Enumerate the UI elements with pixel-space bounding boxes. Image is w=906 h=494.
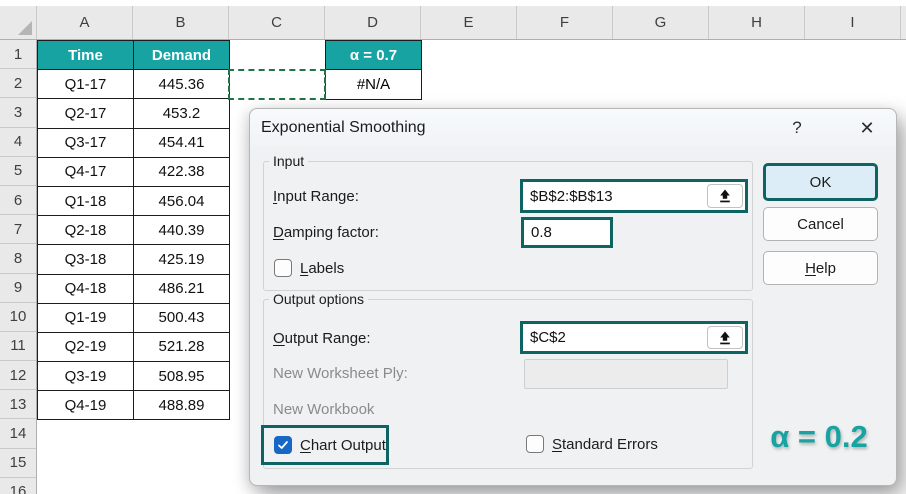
select-all-triangle-icon — [18, 21, 32, 35]
row-header-15[interactable]: 15 — [0, 449, 36, 478]
row-header-16[interactable]: 16 — [0, 478, 36, 494]
range-picker-button[interactable] — [707, 184, 743, 208]
column-header-A[interactable]: A — [37, 6, 133, 39]
demand-cell[interactable]: 486.21 — [134, 274, 230, 304]
time-cell[interactable]: Q1-19 — [38, 303, 134, 333]
demand-cell[interactable]: 508.95 — [134, 362, 230, 392]
collapse-dialog-icon — [720, 331, 730, 344]
help-button[interactable]: Help — [763, 251, 878, 285]
input-group-legend: Input — [273, 153, 305, 169]
close-icon[interactable]: ✕ — [854, 115, 880, 141]
exponential-smoothing-dialog: Exponential Smoothing ? ✕ Input Input Ra… — [249, 108, 897, 486]
column-header-G[interactable]: G — [613, 6, 709, 39]
time-cell[interactable]: Q1-18 — [38, 186, 134, 217]
row-header-13[interactable]: 13 — [0, 390, 36, 420]
input-range-field[interactable]: $B$2:$B$13 — [520, 179, 748, 213]
new-workbook-label: New Workbook — [273, 401, 375, 418]
row-header-9[interactable]: 9 — [0, 274, 36, 303]
row-header-6[interactable]: 6 — [0, 186, 36, 216]
time-demand-table: Time Demand Q1-17 445.36 Q2-17 453.2 Q3-17 454.… — [37, 40, 230, 421]
demand-cell[interactable]: 521.28 — [134, 332, 230, 363]
time-cell[interactable]: Q3-19 — [38, 362, 134, 392]
row-header-8[interactable]: 8 — [0, 244, 36, 274]
alpha-07-column: α = 0.7 #N/A — [325, 40, 422, 101]
chart-output-label: Chart Output — [300, 436, 386, 454]
column-header-B[interactable]: B — [133, 6, 229, 39]
output-range-value: $C$2 — [530, 329, 566, 346]
input-range-label: Input Range: — [273, 188, 359, 205]
demand-cell[interactable]: 488.89 — [134, 391, 230, 421]
labels-label: Labels — [300, 260, 345, 277]
demand-cell[interactable]: 425.19 — [134, 245, 230, 275]
output-range-label: Output Range: — [273, 330, 371, 347]
demand-cell[interactable]: 422.38 — [134, 157, 230, 187]
time-cell[interactable]: Q4-17 — [38, 157, 134, 187]
row-header-column: 1 2 3 4 5 6 7 8 9 10 11 12 13 14 15 16 — [0, 40, 37, 494]
row-header-3[interactable]: 3 — [0, 98, 36, 128]
time-cell[interactable]: Q2-18 — [38, 216, 134, 246]
range-picker-button[interactable] — [707, 326, 743, 349]
row-header-11[interactable]: 11 — [0, 332, 36, 362]
new-worksheet-ply-field — [524, 359, 728, 389]
row-header-7[interactable]: 7 — [0, 215, 36, 245]
row-header-12[interactable]: 12 — [0, 361, 36, 391]
column-header-I[interactable]: I — [805, 6, 901, 39]
chart-output-focus-rect: Chart Output — [261, 425, 389, 465]
row-header-5[interactable]: 5 — [0, 157, 36, 186]
time-cell[interactable]: Q4-19 — [38, 391, 134, 421]
damping-factor-label: Damping factor: — [273, 224, 379, 241]
time-cell[interactable]: Q2-19 — [38, 332, 134, 363]
column-header-row: ABCDEFGHI — [0, 6, 906, 40]
standard-errors-label: Standard Errors — [552, 436, 658, 453]
labels-checkbox[interactable] — [274, 259, 292, 277]
new-worksheet-ply-label: New Worksheet Ply: — [273, 365, 408, 382]
row-header-4[interactable]: 4 — [0, 128, 36, 157]
chart-output-checkbox[interactable] — [274, 436, 292, 454]
row-header-1[interactable]: 1 — [0, 40, 36, 70]
cancel-button[interactable]: Cancel — [763, 207, 878, 241]
alpha-02-annotation: α = 0.2 — [770, 419, 868, 454]
row-header-14[interactable]: 14 — [0, 419, 36, 449]
column-header-F[interactable]: F — [517, 6, 613, 39]
demand-cell[interactable]: 440.39 — [134, 216, 230, 246]
na-cell[interactable]: #N/A — [326, 70, 421, 99]
output-options-legend: Output options — [273, 291, 365, 307]
time-header-cell[interactable]: Time — [38, 41, 134, 71]
demand-cell[interactable]: 445.36 — [134, 70, 230, 100]
column-header-C[interactable]: C — [229, 6, 325, 39]
dialog-titlebar[interactable]: Exponential Smoothing ? ✕ — [250, 109, 896, 147]
time-cell[interactable]: Q4-18 — [38, 274, 134, 304]
output-range-field[interactable]: $C$2 — [520, 321, 748, 354]
ok-button[interactable]: OK — [763, 163, 878, 201]
excel-screen: ABCDEFGHI 1 2 3 4 5 6 7 8 9 10 11 12 13 14 15 16 Time De… — [0, 0, 906, 494]
help-icon[interactable]: ? — [784, 115, 810, 141]
column-header-H[interactable]: H — [709, 6, 805, 39]
demand-cell[interactable]: 454.41 — [134, 128, 230, 158]
row-header-10[interactable]: 10 — [0, 303, 36, 332]
input-range-value: $B$2:$B$13 — [530, 187, 613, 205]
damping-factor-field[interactable]: 0.8 — [521, 217, 613, 248]
row-header-2[interactable]: 2 — [0, 69, 36, 99]
time-cell[interactable]: Q2-17 — [38, 99, 134, 129]
select-all-corner[interactable] — [0, 6, 37, 39]
demand-cell[interactable]: 500.43 — [134, 303, 230, 333]
time-cell[interactable]: Q1-17 — [38, 70, 134, 100]
alpha-07-header-cell[interactable]: α = 0.7 — [326, 41, 421, 71]
demand-cell[interactable]: 456.04 — [134, 186, 230, 217]
damping-factor-value: 0.8 — [531, 224, 552, 241]
collapse-dialog-icon — [720, 189, 730, 203]
standard-errors-checkbox[interactable] — [526, 435, 544, 453]
checkmark-icon — [278, 441, 288, 449]
demand-cell[interactable]: 453.2 — [134, 99, 230, 129]
column-header-D[interactable]: D — [325, 6, 421, 39]
output-range-selection-ants[interactable] — [228, 69, 326, 100]
time-cell[interactable]: Q3-17 — [38, 128, 134, 158]
column-header-E[interactable]: E — [421, 6, 517, 39]
time-cell[interactable]: Q3-18 — [38, 245, 134, 275]
dialog-title: Exponential Smoothing — [261, 119, 426, 136]
demand-header-cell[interactable]: Demand — [134, 41, 230, 71]
